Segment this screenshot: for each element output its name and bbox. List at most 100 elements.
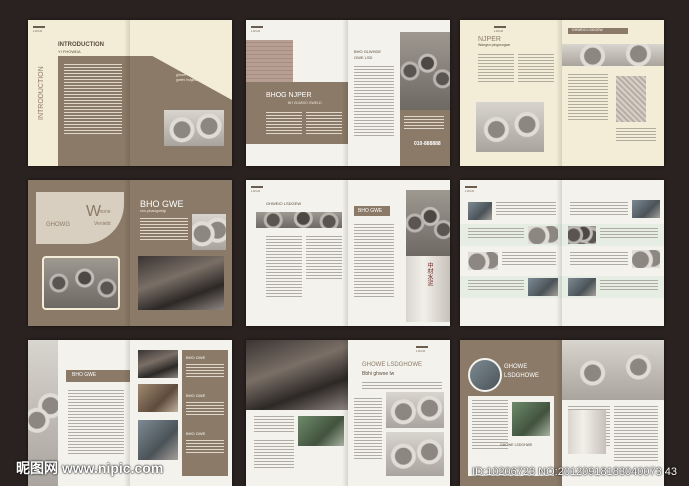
ghowg-text: GHOWG <box>46 222 70 228</box>
text-block <box>616 128 656 143</box>
row-photo <box>568 278 596 296</box>
pipe-column-photo <box>406 190 450 256</box>
lsdghowe-title-2: LSDGHOWE <box>504 373 540 379</box>
intro-subtitle: YI FHOWDA <box>58 49 81 54</box>
page-bho-right: BHO GWE sho-pioauigwelgi <box>130 180 232 326</box>
text-block <box>518 54 554 84</box>
row-photo <box>632 200 660 218</box>
silo-text: 中材水泥 <box>426 262 432 286</box>
detail-photo <box>616 76 646 122</box>
njper-right-head: GHWEIO LSDGEW <box>572 28 603 32</box>
intro-vertical-title: INTRODUCTION <box>38 66 45 120</box>
spread-ghowe: LOGO GHOWE LSDGHOWE Bbhi ghwoe lw <box>246 340 450 486</box>
pipe-photo-b <box>386 432 444 476</box>
ghowe-title: GHOWE LSDGHOWE <box>362 362 423 368</box>
page-ghweio-right: BHO GWE 中材水泥 <box>348 180 450 326</box>
logo: LOGO <box>251 26 263 33</box>
text-block <box>306 236 342 281</box>
text-block <box>600 280 658 292</box>
circle-photo <box>468 358 502 392</box>
phone-number: 010-888888 <box>414 141 441 147</box>
text-block <box>354 398 382 461</box>
text-block <box>478 54 514 84</box>
bho-right-head: BHO GWE <box>358 208 383 214</box>
text-block <box>266 112 302 136</box>
watermark-right: ID:10206723 NO:20120918183040073 43 <box>472 466 677 478</box>
text-block <box>568 74 608 122</box>
bho-right-head-2: BHO GWE <box>186 393 206 398</box>
photo <box>138 350 178 378</box>
page-intro-right: ghowe rnophwnwe gwehi hslghwe sdghwe <box>130 20 232 166</box>
plant-interior-photo <box>246 340 348 410</box>
photo <box>138 420 178 460</box>
logo: LOGO <box>494 26 506 33</box>
page-rows-left: LOGO <box>460 180 562 326</box>
text-block <box>600 228 658 240</box>
site-photo <box>298 416 344 446</box>
page-bhog-left: LOGO BHOG NJPER BH GLWDIO GWELD <box>246 20 348 166</box>
road-photo <box>512 402 550 436</box>
pipe-row-photo <box>562 44 664 66</box>
text-block <box>266 236 302 299</box>
spread-lsdghowe: GHOWE LSDGHOWE GHOWE LSDGHWE <box>460 340 664 486</box>
bho-subtitle: sho-pioauigwelgi <box>140 209 167 213</box>
text-block <box>186 364 224 379</box>
logo: LOGO <box>416 346 428 353</box>
text-block <box>354 66 394 138</box>
row-photo <box>568 226 596 244</box>
bhog-subtitle: BH GLWDIO GWELD <box>288 101 322 105</box>
pipe-photo-a <box>386 392 444 428</box>
pipe-small-photo <box>192 214 226 250</box>
text-block <box>502 252 556 267</box>
row-photo <box>528 226 558 244</box>
bho-title: BHO GWE <box>140 199 184 209</box>
bhog-right-head: BHO GLWHDE <box>354 49 382 54</box>
watermark-left: 昵图网 www.nipic.com <box>16 460 164 476</box>
logo: LOGO <box>33 26 45 33</box>
text-block <box>140 218 188 242</box>
text-block <box>468 228 524 240</box>
spread-bhog: LOGO BHOG NJPER BH GLWDIO GWELD BHO GLWH… <box>246 20 450 166</box>
canvas: { "row1": { "s1": { "title": "INTRODUCTI… <box>0 0 689 486</box>
ghweio-head: GHWEIO LSDGEW <box>266 201 302 206</box>
text-block <box>354 224 394 299</box>
page-ghweio-left: LOGO GHWEIO LSDGEW <box>246 180 348 326</box>
bhog-right-sub: GWE LSD <box>354 55 373 60</box>
text-block <box>186 440 224 455</box>
row-photo <box>632 250 660 268</box>
silo-photo-small <box>568 410 606 454</box>
intro-title: INTRODUCTION <box>58 42 104 48</box>
text-block <box>254 440 294 470</box>
text-block <box>570 252 628 267</box>
logo: LOGO <box>251 186 263 193</box>
pipe-ends-photo <box>476 102 544 152</box>
row-photo <box>468 252 498 270</box>
text-block <box>186 402 224 417</box>
spread-bho-gwe: W mone GHOWG Veniebt BHO GWE sho-pioauig… <box>28 180 232 326</box>
page-njper-left: LOGO NJPER Wangsn pingsrwgwe <box>460 20 562 166</box>
intro-caption-2: gwehi hslghwe sdghwe <box>176 78 212 82</box>
text-block <box>362 382 442 391</box>
text-block <box>254 416 294 434</box>
pipe-storage-photo <box>42 256 120 310</box>
page-lsdghowe-right <box>562 340 664 486</box>
bhog-title: BHOG NJPER <box>266 92 312 99</box>
text-block <box>68 390 124 456</box>
text-block <box>614 406 658 463</box>
logo: LOGO <box>465 186 477 193</box>
spread-njper: LOGO NJPER Wangsn pingsrwgwe GHWEIO LSDG… <box>460 20 664 166</box>
photo <box>138 384 178 412</box>
text-block <box>404 116 444 131</box>
page-bho-left: W mone GHOWG Veniebt <box>28 180 130 326</box>
lsdghowe-caption: GHOWE LSDGHWE <box>500 443 533 447</box>
spread-intro: LOGO INTRODUCTION YI FHOWDA INTRODUCTION… <box>28 20 232 166</box>
pipe-stack-photo <box>400 32 450 110</box>
cream-shape <box>36 192 124 244</box>
bho-right-head-1: BHO GWE <box>186 355 206 360</box>
text-block <box>306 112 342 136</box>
text-block <box>570 202 628 217</box>
njper-title: NJPER <box>478 36 501 43</box>
page-njper-right: GHWEIO LSDGEW <box>562 20 664 166</box>
pipe-photo <box>164 110 224 146</box>
pipe-yard-photo <box>562 340 664 400</box>
